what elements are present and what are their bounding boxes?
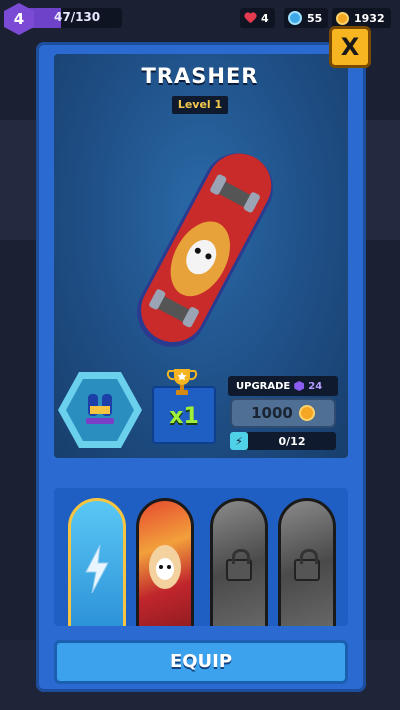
skin-card-trasher[interactable] xyxy=(136,498,194,626)
skateboard-image xyxy=(125,140,285,360)
coin-icon xyxy=(298,405,315,421)
upgrade-button[interactable]: 1000 xyxy=(230,398,336,428)
heart-icon xyxy=(244,13,256,24)
keys-counter: 55 xyxy=(284,8,329,28)
lives-counter: 4 xyxy=(240,8,275,28)
shard-progress-bar: ⚡ 0/12 xyxy=(230,432,336,450)
upgrade-gem-cost: 24 xyxy=(308,380,323,392)
upgrade-label: UPGRADE xyxy=(236,380,291,392)
shard-progress-text: 0/12 xyxy=(278,434,306,448)
lightning-icon: ⚡ xyxy=(230,432,248,450)
trophy-icon xyxy=(166,369,198,395)
gem-icon xyxy=(294,381,305,391)
key-icon xyxy=(288,11,302,25)
xp-progress-bar: 47/130 xyxy=(26,8,122,28)
upgrade-header: UPGRADE 24 xyxy=(228,376,338,396)
skin-art-image xyxy=(149,545,181,589)
keys-value: 55 xyxy=(307,11,323,25)
lock-icon xyxy=(226,549,252,581)
multiplier-text: x1 xyxy=(169,404,199,429)
equip-button[interactable]: EQUIP xyxy=(54,640,348,684)
xp-text: 47/130 xyxy=(54,10,101,24)
skin-card-locked[interactable] xyxy=(278,498,336,626)
close-button[interactable]: X xyxy=(329,26,371,68)
upgrade-panel: UPGRADE 24 1000 ⚡ 0/12 xyxy=(228,376,338,450)
lock-icon xyxy=(294,549,320,581)
coins-value: 1932 xyxy=(354,11,385,25)
lives-value: 4 xyxy=(261,11,269,25)
coin-icon xyxy=(336,11,349,25)
item-title: TRASHER xyxy=(141,64,259,88)
player-level-text: 4 xyxy=(13,10,25,28)
close-label: X xyxy=(340,33,360,61)
lightning-icon xyxy=(85,545,109,593)
jetpack-icon xyxy=(86,394,114,424)
skin-card-selected[interactable] xyxy=(68,498,126,626)
upgrade-coin-cost: 1000 xyxy=(251,404,293,422)
item-level-badge: Level 1 xyxy=(172,96,228,114)
skin-card-locked[interactable] xyxy=(210,498,268,626)
coins-counter: 1932 xyxy=(332,8,391,28)
skin-card-strip xyxy=(54,488,348,626)
